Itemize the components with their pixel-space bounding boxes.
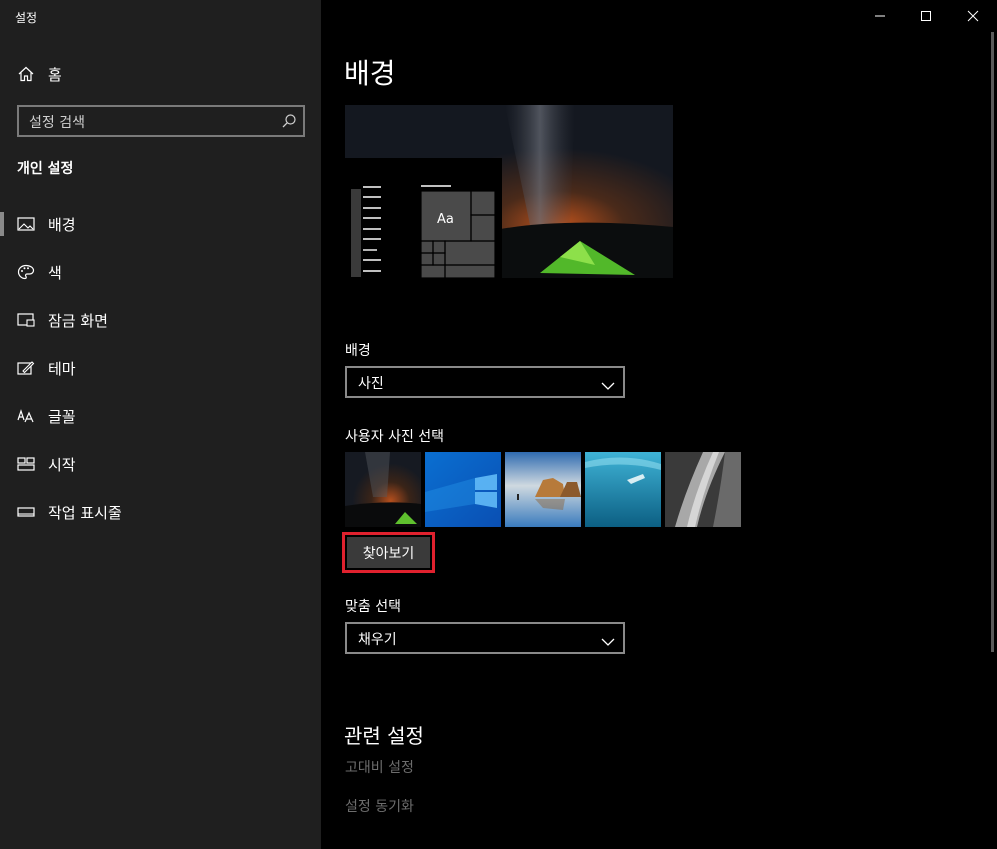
sidebar-item-label: 색 <box>48 264 62 282</box>
background-type-value: 사진 <box>358 376 384 392</box>
related-settings-title: 관련 설정 <box>344 724 424 748</box>
sidebar-item-label: 글꼴 <box>48 408 76 426</box>
home-icon <box>18 66 34 82</box>
photo-thumbnail-night-sky[interactable] <box>345 452 421 527</box>
selected-indicator <box>0 212 4 236</box>
maximize-icon <box>921 11 931 21</box>
start-tiles-icon <box>17 456 35 472</box>
preview-tile-text: Aa <box>437 212 454 227</box>
palette-icon <box>17 264 35 280</box>
chevron-down-icon <box>601 376 615 390</box>
background-preview: Aa <box>345 105 673 278</box>
page-title: 배경 <box>344 57 396 90</box>
home-nav-item[interactable]: 홈 <box>0 56 321 92</box>
background-type-dropdown[interactable]: 사진 <box>345 366 625 398</box>
sidebar-item-lock-screen[interactable]: 잠금 화면 <box>0 296 321 344</box>
sidebar-item-start[interactable]: 시작 <box>0 440 321 488</box>
search-icon[interactable] <box>281 113 297 129</box>
fit-label: 맞춤 선택 <box>345 599 401 615</box>
lock-screen-icon <box>17 312 35 328</box>
sync-settings-link[interactable]: 설정 동기화 <box>345 796 414 816</box>
sidebar-item-label: 작업 표시줄 <box>48 504 122 522</box>
scrollbar[interactable] <box>991 32 994 652</box>
sidebar-item-label: 테마 <box>48 360 76 378</box>
close-button[interactable] <box>950 0 996 32</box>
search-placeholder: 설정 검색 <box>29 115 85 131</box>
browse-highlight: 찾아보기 <box>342 532 435 573</box>
minimize-button[interactable] <box>857 0 903 32</box>
home-label: 홈 <box>48 66 62 84</box>
group-title: 개인 설정 <box>17 161 74 177</box>
theme-brush-icon <box>17 360 35 376</box>
minimize-icon <box>875 15 885 17</box>
choose-photo-label: 사용자 사진 선택 <box>345 429 445 445</box>
sidebar-item-label: 잠금 화면 <box>48 312 108 330</box>
sidebar: 설정 홈 설정 검색 개인 설정 배경 색 잠금 화면 테마 글꼴 시작 작업 … <box>0 0 321 849</box>
fit-dropdown[interactable]: 채우기 <box>345 622 625 654</box>
maximize-button[interactable] <box>903 0 949 32</box>
photo-thumbnail-beach[interactable] <box>505 452 581 527</box>
high-contrast-link[interactable]: 고대비 설정 <box>345 757 414 777</box>
background-type-label: 배경 <box>345 343 371 359</box>
sidebar-item-theme[interactable]: 테마 <box>0 344 321 392</box>
sidebar-item-fonts[interactable]: 글꼴 <box>0 392 321 440</box>
sidebar-item-color[interactable]: 색 <box>0 248 321 296</box>
chevron-down-icon <box>601 632 615 646</box>
taskbar-icon <box>17 504 35 520</box>
close-icon <box>967 10 979 22</box>
browse-button[interactable]: 찾아보기 <box>347 537 430 568</box>
sidebar-item-label: 배경 <box>48 216 76 234</box>
photo-thumbnail-windows-blue[interactable] <box>425 452 501 527</box>
font-icon <box>17 408 35 424</box>
picture-icon <box>17 216 35 232</box>
sidebar-nav: 배경 색 잠금 화면 테마 글꼴 시작 작업 표시줄 <box>0 200 321 536</box>
photo-thumbnail-rock[interactable] <box>665 452 741 527</box>
search-input[interactable]: 설정 검색 <box>17 105 305 137</box>
sidebar-item-label: 시작 <box>48 456 76 474</box>
photo-thumbnail-underwater[interactable] <box>585 452 661 527</box>
sidebar-item-background[interactable]: 배경 <box>0 200 321 248</box>
window-title: 설정 <box>15 11 38 25</box>
fit-value: 채우기 <box>358 632 397 648</box>
sidebar-item-taskbar[interactable]: 작업 표시줄 <box>0 488 321 536</box>
